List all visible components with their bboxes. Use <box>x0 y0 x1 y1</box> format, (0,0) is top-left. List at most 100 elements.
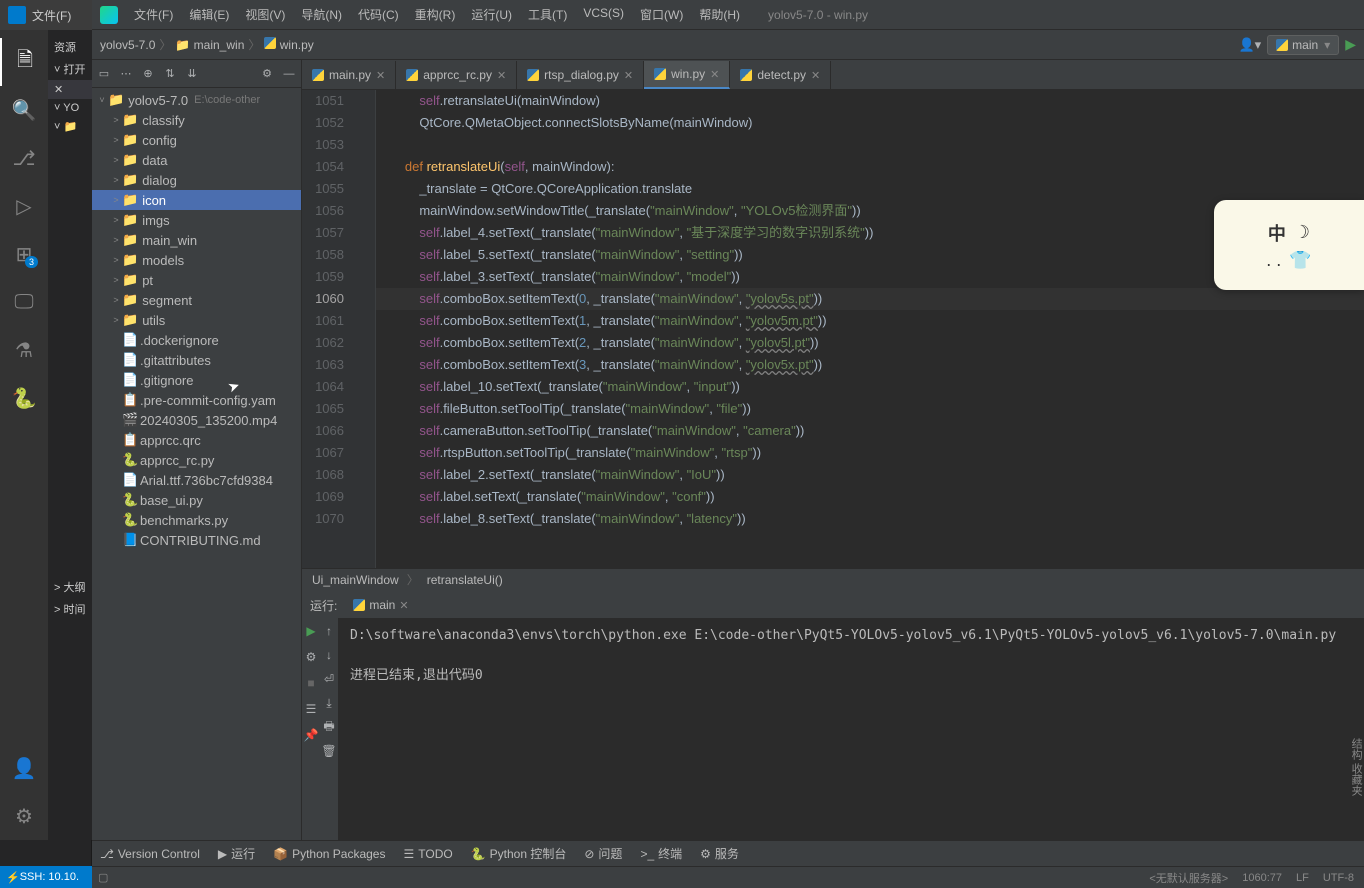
add-config-icon[interactable]: 👤▾ <box>1238 37 1261 53</box>
editor-tab[interactable]: rtsp_dialog.py✕ <box>517 61 644 89</box>
menu-item[interactable]: 窗口(W) <box>632 6 691 23</box>
hide-icon[interactable]: — <box>281 66 297 82</box>
soft-wrap-icon[interactable]: ⏎ <box>320 670 338 688</box>
menu-item[interactable]: 导航(N) <box>293 6 350 23</box>
bottom-tool-终端[interactable]: >_终端 <box>640 845 682 862</box>
locate-icon[interactable]: ⊕ <box>140 66 156 82</box>
project-view-icon[interactable]: ▭ <box>96 66 112 82</box>
search-icon[interactable]: 🔍 <box>0 86 48 134</box>
stop-icon[interactable]: ⚙ <box>302 648 320 666</box>
outline-item[interactable]: > 大纲 <box>48 576 92 598</box>
tree-item[interactable]: ˅📁yolov5-7.0E:\code-other <box>92 90 301 110</box>
tree-item[interactable]: 📄.dockerignore <box>92 330 301 350</box>
expand-icon[interactable]: ⇅ <box>162 66 178 82</box>
close-icon[interactable]: ✕ <box>710 68 719 81</box>
run-button[interactable]: ▶ <box>1345 36 1356 53</box>
tool-windows-icon[interactable]: ▢ <box>98 871 108 884</box>
code-breadcrumb[interactable]: Ui_mainWindow 〉 retranslateUi() <box>302 568 1364 590</box>
menu-item[interactable]: 工具(T) <box>520 6 575 23</box>
menu-item[interactable]: 视图(V) <box>237 6 293 23</box>
remote-icon[interactable]: 🖵 <box>0 278 48 326</box>
stop-square-icon[interactable]: ■ <box>302 674 320 692</box>
tree-item[interactable]: >📁imgs <box>92 210 301 230</box>
up-icon[interactable]: ↑ <box>320 622 338 640</box>
print-icon[interactable]: 🖶 <box>320 718 338 736</box>
breadcrumb[interactable]: yolov5-7.0〉 📁 main_win〉 win.py <box>100 36 314 53</box>
editor-tab[interactable]: apprcc_rc.py✕ <box>396 61 517 89</box>
vscode-statusbar[interactable]: ⚡ SSH: 10.10. <box>0 866 92 888</box>
menu-item[interactable]: 代码(C) <box>350 6 407 23</box>
tree-item[interactable]: >📁utils <box>92 310 301 330</box>
editor-tab[interactable]: win.py✕ <box>644 61 730 89</box>
editor-tab[interactable]: main.py✕ <box>302 61 396 89</box>
tree-item[interactable]: >📁icon <box>92 190 301 210</box>
explorer-icon[interactable]: 🗎 <box>0 38 48 86</box>
run-tab-main[interactable]: main ✕ <box>345 596 416 614</box>
code-content[interactable]: self.retranslateUi(mainWindow) QtCore.QM… <box>376 90 1364 568</box>
tree-item[interactable]: 📄Arial.ttf.736bc7cfd9384 <box>92 470 301 490</box>
bottom-tool-python-控制台[interactable]: 🐍Python 控制台 <box>471 845 567 862</box>
tree-item[interactable]: 📄.gitignore <box>92 370 301 390</box>
close-icon[interactable]: ✕ <box>624 69 633 82</box>
menu-item[interactable]: 运行(U) <box>463 6 520 23</box>
tree-item[interactable]: >📁classify <box>92 110 301 130</box>
tree-item[interactable]: >📁data <box>92 150 301 170</box>
source-control-icon[interactable]: ⎇ <box>0 134 48 182</box>
close-icon[interactable]: ✕ <box>376 69 385 82</box>
settings-icon[interactable]: ⚙ <box>259 66 275 82</box>
menu-item[interactable]: 帮助(H) <box>691 6 748 23</box>
settings-icon[interactable]: ⚙ <box>0 792 48 840</box>
menu-item[interactable]: 编辑(E) <box>181 6 237 23</box>
collapse-icon[interactable]: ⇊ <box>184 66 200 82</box>
close-icon[interactable]: ✕ <box>399 599 408 612</box>
tree-item[interactable]: 📘CONTRIBUTING.md <box>92 530 301 550</box>
scroll-icon[interactable]: ⤓ <box>320 694 338 712</box>
dump-icon[interactable]: ☰ <box>302 700 320 718</box>
vscode-file-menu[interactable]: 文件(F) <box>32 7 71 24</box>
pin-icon[interactable]: 📌 <box>302 726 320 744</box>
tree-item[interactable]: 📋.pre-commit-config.yam <box>92 390 301 410</box>
close-icon[interactable]: ✕ <box>497 69 506 82</box>
editor-tab[interactable]: detect.py✕ <box>730 61 831 89</box>
menu-item[interactable]: 重构(R) <box>407 6 464 23</box>
cursor-position[interactable]: 1060:77 <box>1242 872 1282 884</box>
rerun-icon[interactable]: ▶ <box>302 622 320 640</box>
run-config-selector[interactable]: main ▾ <box>1267 35 1339 55</box>
tree-item[interactable]: >📁dialog <box>92 170 301 190</box>
side-label[interactable]: 结构 收藏夹 <box>1348 738 1364 850</box>
account-icon[interactable]: 👤 <box>0 744 48 792</box>
folder-section[interactable]: ˅ YO <box>48 99 92 117</box>
clear-icon[interactable]: 🗑 <box>320 742 338 760</box>
tree-item[interactable]: ˅ 📁 <box>48 117 92 136</box>
tree-item[interactable]: >📁config <box>92 130 301 150</box>
bottom-tool-运行[interactable]: ▶运行 <box>218 845 255 862</box>
bottom-tool-服务[interactable]: ⚙服务 <box>700 845 739 862</box>
tree-item[interactable]: 🐍benchmarks.py <box>92 510 301 530</box>
tree-item[interactable]: 🎬20240305_135200.mp4 <box>92 410 301 430</box>
extensions-icon[interactable]: ⊞3 <box>0 230 48 278</box>
bottom-tool-version-control[interactable]: ⎇Version Control <box>100 847 200 861</box>
menu-item[interactable]: VCS(S) <box>575 6 632 23</box>
tab-close-row[interactable]: ✕ <box>48 80 92 99</box>
tree-item[interactable]: >📁main_win <box>92 230 301 250</box>
fold-column[interactable] <box>362 90 376 568</box>
timeline-item[interactable]: > 时间 <box>48 598 92 620</box>
tree-item[interactable]: >📁models <box>92 250 301 270</box>
project-tree[interactable]: ˅📁yolov5-7.0E:\code-other>📁classify>📁con… <box>92 88 301 850</box>
open-editors[interactable]: ˅ 打开 <box>48 58 92 80</box>
close-icon[interactable]: ✕ <box>811 69 820 82</box>
tree-item[interactable]: 📋apprcc.qrc <box>92 430 301 450</box>
tree-item[interactable]: 🐍base_ui.py <box>92 490 301 510</box>
bottom-tool-python-packages[interactable]: 📦Python Packages <box>273 847 385 861</box>
bottom-tool-问题[interactable]: ⊘问题 <box>584 845 622 862</box>
encoding[interactable]: UTF-8 <box>1323 872 1354 884</box>
python-env-icon[interactable]: 🐍 <box>0 374 48 422</box>
server-status[interactable]: <无默认服务器> <box>1149 870 1228 886</box>
tree-item[interactable]: 📄.gitattributes <box>92 350 301 370</box>
tree-item[interactable]: 🐍apprcc_rc.py <box>92 450 301 470</box>
menu-item[interactable]: 文件(F) <box>126 6 181 23</box>
tree-item[interactable]: >📁segment <box>92 290 301 310</box>
bottom-tool-todo[interactable]: ☰TODO <box>403 847 452 861</box>
down-icon[interactable]: ↓ <box>320 646 338 664</box>
testing-icon[interactable]: ⚗ <box>0 326 48 374</box>
